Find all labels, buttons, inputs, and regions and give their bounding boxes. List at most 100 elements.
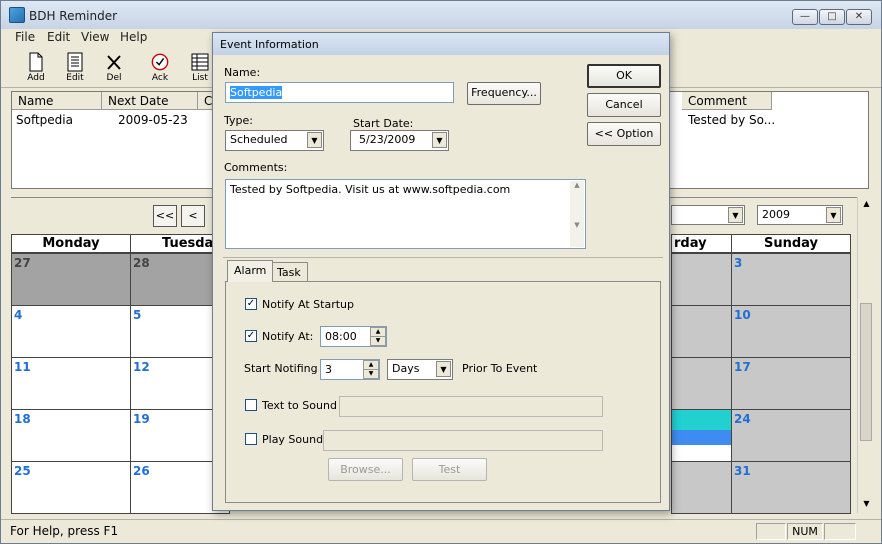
type-select[interactable]: Scheduled ▼	[225, 130, 324, 151]
day-number: 27	[14, 256, 31, 270]
start-date-label: Start Date:	[353, 117, 414, 130]
notify-at-checkbox[interactable]: ✓	[245, 330, 257, 342]
close-button[interactable]: ✕	[846, 9, 872, 25]
test-button[interactable]: Test	[412, 458, 487, 481]
day-number: 25	[14, 464, 31, 478]
day-number: 11	[14, 360, 31, 374]
unit-value: Days	[392, 362, 420, 375]
delete-button[interactable]: Del	[96, 49, 132, 87]
day-cell[interactable]	[671, 357, 732, 410]
event-marker-cyan[interactable]	[672, 410, 731, 430]
day-cell[interactable]	[671, 253, 732, 306]
year-value: 2009	[762, 208, 790, 221]
event-marker-blue[interactable]	[672, 430, 731, 445]
app-icon	[9, 7, 25, 23]
day-cell[interactable]: 31	[731, 461, 851, 514]
day-cell[interactable]: 27	[11, 253, 131, 306]
day-cell[interactable]: 24	[731, 409, 851, 462]
comments-label: Comments:	[224, 161, 288, 174]
day-cell[interactable]: 25	[11, 461, 131, 514]
ok-button[interactable]: OK	[587, 64, 661, 88]
edit-button[interactable]: Edit	[57, 49, 93, 87]
menu-help[interactable]: Help	[120, 30, 147, 44]
day-number: 28	[133, 256, 150, 270]
type-value: Scheduled	[230, 133, 288, 146]
scroll-up-icon[interactable]: ▲	[860, 199, 873, 208]
name-input[interactable]: Softpedia	[225, 82, 454, 103]
day-number: 12	[133, 360, 150, 374]
type-label: Type:	[224, 114, 253, 127]
year-select[interactable]: 2009 ▼	[757, 205, 843, 225]
frequency-button[interactable]: Frequency...	[467, 82, 541, 105]
spin-down-icon[interactable]: ▼	[370, 336, 386, 346]
unit-select[interactable]: Days ▼	[387, 359, 453, 380]
day-number: 31	[734, 464, 751, 478]
start-date-value: 5/23/2009	[359, 133, 416, 146]
day-cell[interactable]	[671, 305, 732, 358]
menu-edit[interactable]: Edit	[47, 30, 70, 44]
chevron-down-icon: ▼	[432, 132, 447, 148]
month-select[interactable]: ▼	[671, 205, 745, 225]
day-cell[interactable]: 11	[11, 357, 131, 410]
calendar-scrollbar[interactable]: ▲ ▼	[857, 197, 875, 513]
col-next-date-header[interactable]: Next Date	[102, 92, 198, 110]
day-number: 18	[14, 412, 31, 426]
comments-scrollbar[interactable]: ▲ ▼	[570, 181, 584, 247]
play-sound-input[interactable]	[323, 430, 603, 451]
list-button[interactable]: List	[187, 49, 213, 87]
notify-startup-checkbox[interactable]: ✓	[245, 298, 257, 310]
ack-label: Ack	[151, 73, 169, 83]
tab-alarm[interactable]: Alarm	[227, 260, 274, 282]
menu-view[interactable]: View	[81, 30, 109, 44]
notify-time-input[interactable]: 08:00 ▲ ▼	[320, 326, 387, 347]
delete-label: Del	[106, 73, 122, 83]
prev-fast-button[interactable]: <<	[153, 205, 177, 227]
chevron-down-icon: ▼	[307, 132, 322, 148]
day-cell[interactable]: 3	[731, 253, 851, 306]
name-label: Name:	[224, 66, 261, 79]
col-name-header[interactable]: Name	[12, 92, 102, 110]
tab-task[interactable]: Task	[270, 262, 308, 282]
chevron-down-icon: ▼	[436, 361, 451, 377]
day-number: 24	[734, 412, 751, 426]
text-to-sound-checkbox[interactable]	[245, 399, 257, 411]
prev-button[interactable]: <	[181, 205, 205, 227]
day-cell[interactable]	[671, 461, 732, 514]
add-icon	[29, 52, 43, 72]
day-cell[interactable]: 10	[731, 305, 851, 358]
acknowledge-icon	[151, 53, 169, 71]
scroll-down-icon[interactable]: ▼	[860, 499, 873, 508]
day-cell[interactable]: 4	[11, 305, 131, 358]
browse-button[interactable]: Browse...	[328, 458, 403, 481]
ack-button[interactable]: Ack	[142, 49, 178, 87]
status-pane-scroll	[824, 523, 856, 540]
day-cell-selected[interactable]	[671, 409, 732, 462]
cancel-button[interactable]: Cancel	[587, 93, 661, 117]
day-number: 4	[14, 308, 23, 322]
start-notifying-label: Start Notifing	[244, 362, 318, 375]
notify-startup-label: Notify At Startup	[262, 298, 354, 311]
add-button[interactable]: Add	[18, 49, 54, 87]
day-cell[interactable]: 17	[731, 357, 851, 410]
spin-down-icon[interactable]: ▼	[363, 369, 379, 379]
dialog-title-bar[interactable]: Event Information	[213, 33, 669, 55]
option-button[interactable]: << Option	[587, 122, 661, 146]
status-pane-caps	[756, 523, 786, 540]
scrollbar-thumb[interactable]	[860, 303, 872, 441]
menu-file[interactable]: File	[15, 30, 35, 44]
delete-icon	[107, 55, 121, 70]
row-name: Softpedia	[16, 113, 73, 127]
play-sound-checkbox[interactable]	[245, 433, 257, 445]
comments-textarea[interactable]: Tested by Softpedia. Visit us at www.sof…	[225, 179, 586, 249]
start-date-picker[interactable]: 5/23/2009 ▼	[350, 130, 449, 151]
day-number: 3	[734, 256, 743, 270]
text-to-sound-input[interactable]	[339, 396, 603, 417]
maximize-button[interactable]: □	[819, 9, 845, 25]
minimize-button[interactable]: —	[792, 9, 818, 25]
day-number: 19	[133, 412, 150, 426]
status-bar: For Help, press F1 NUM	[1, 519, 881, 543]
start-notifying-input[interactable]: 3 ▲ ▼	[320, 359, 380, 380]
day-cell[interactable]: 18	[11, 409, 131, 462]
col-comment-header[interactable]: Comment	[682, 92, 772, 110]
event-information-dialog: Event Information Name: Softpedia Freque…	[212, 32, 670, 511]
